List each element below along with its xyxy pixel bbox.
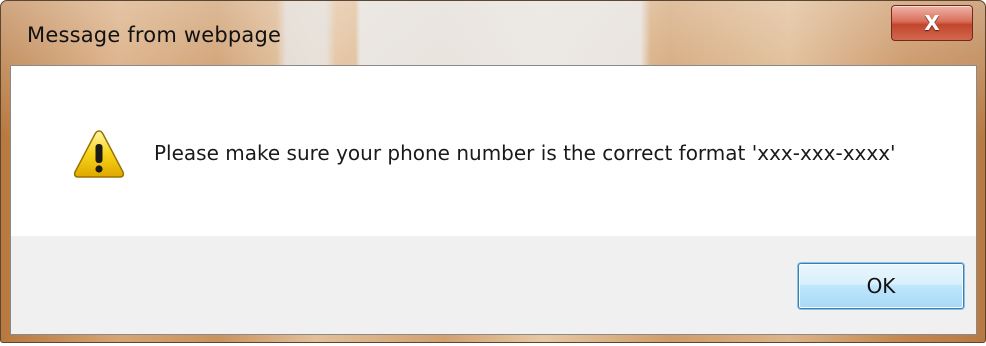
close-button[interactable]: X: [891, 5, 973, 41]
button-bar: OK: [11, 236, 976, 334]
message-area: Please make sure your phone number is th…: [11, 66, 976, 236]
ok-button[interactable]: OK: [798, 263, 964, 309]
close-icon: X: [924, 11, 940, 35]
dialog-body: Please make sure your phone number is th…: [10, 65, 977, 335]
message-text: Please make sure your phone number is th…: [154, 141, 896, 165]
warning-icon: [73, 130, 125, 178]
dialog-window: Message from webpage X Please make sure …: [0, 0, 986, 343]
dialog-title: Message from webpage: [27, 23, 282, 47]
